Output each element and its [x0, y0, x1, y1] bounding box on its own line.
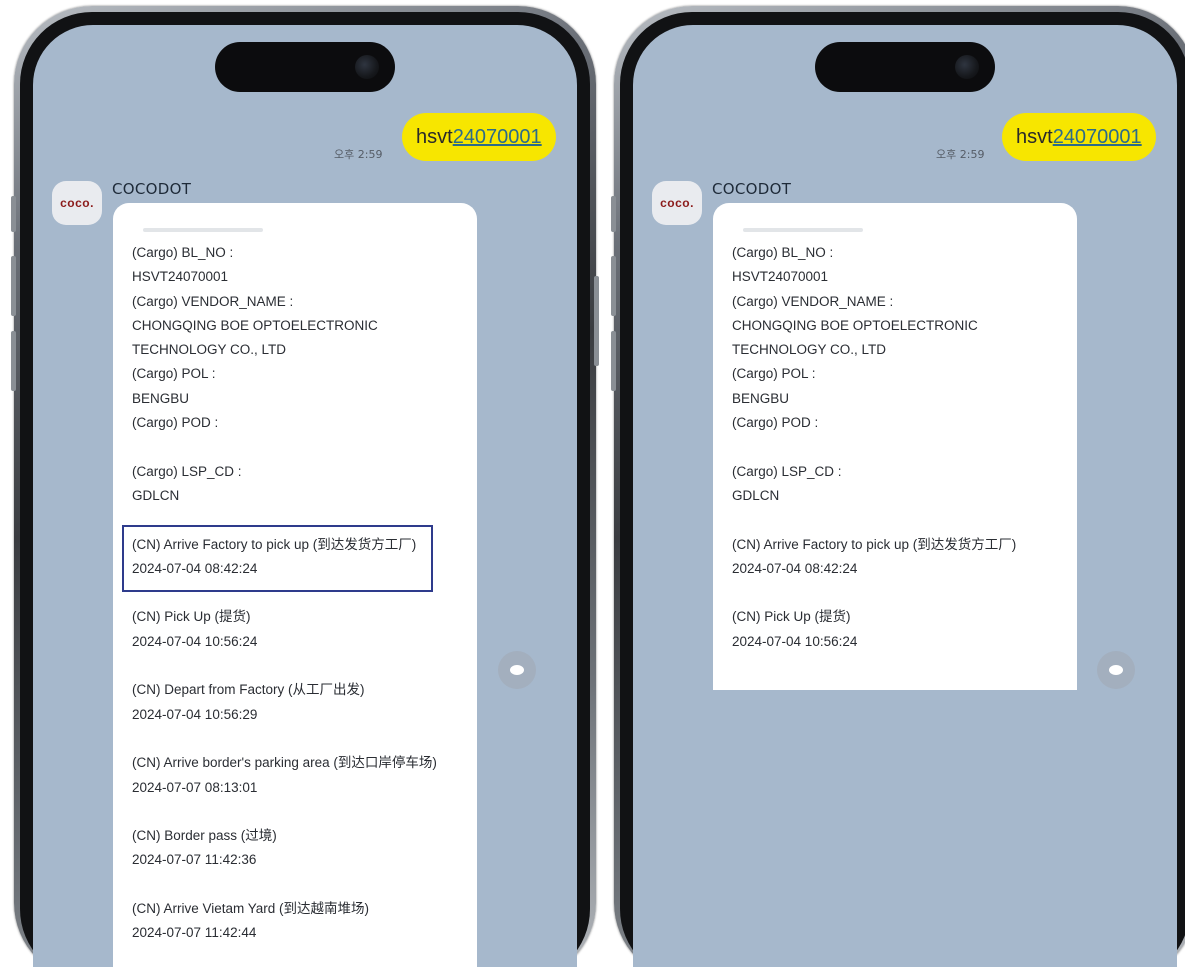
- received-message-bubble[interactable]: (Cargo) BL_NO : HSVT24070001 (Cargo) VEN…: [713, 203, 1077, 690]
- field-value: GDLCN: [732, 487, 780, 503]
- sent-number-link[interactable]: 24070001: [1053, 126, 1142, 148]
- message-timestamp: 오후 2:59: [936, 148, 985, 161]
- phone-frame-left: 오후 2:59 hsvt24070001 coco. COCODOT (Carg…: [11, 6, 599, 967]
- sent-prefix: hsvt: [1016, 126, 1053, 148]
- volume-up-button: [611, 256, 616, 316]
- field-label: (Cargo) LSP_CD :: [132, 463, 242, 479]
- field-label: (Cargo) POL :: [132, 366, 216, 382]
- action-button: [11, 196, 16, 232]
- event-time: 2024-07-07 11:42:36: [132, 852, 257, 868]
- event-time: 2024-07-04 10:56:29: [132, 706, 258, 722]
- sent-number-link[interactable]: 24070001: [453, 126, 542, 148]
- event-time: 2024-07-07 08:13:01: [132, 779, 258, 795]
- avatar-logo: coco.: [660, 196, 694, 210]
- power-button: [594, 276, 599, 366]
- field-label: (Cargo) POD :: [732, 415, 819, 431]
- field-value: HSVT24070001: [132, 269, 229, 285]
- event-name: (CN) Border pass (过境): [132, 828, 277, 844]
- event-time: 2024-07-04 08:42:24: [732, 560, 858, 576]
- field-value: CHONGQING BOE OPTOELECTRONIC: [732, 317, 978, 333]
- avatar[interactable]: coco.: [52, 181, 102, 225]
- field-label: (Cargo) BL_NO :: [132, 245, 234, 260]
- avatar[interactable]: coco.: [652, 181, 702, 225]
- event-name: (CN) Pick Up (提货): [732, 609, 851, 625]
- field-value: TECHNOLOGY CO., LTD: [132, 342, 287, 358]
- event-name: (CN) Arrive Vietam Yard (到达越南堆场): [132, 901, 370, 917]
- event-name: (CN) Arrive border's parking area (到达口岸停…: [132, 755, 437, 771]
- event-arrive-factory: (CN) Arrive Factory to pick up (到达发货方工厂)…: [122, 524, 477, 592]
- field-label: (Cargo) BL_NO :: [732, 245, 834, 260]
- field-value: BENGBU: [732, 390, 790, 406]
- sender-name: COCODOT: [712, 180, 792, 198]
- field-value: TECHNOLOGY CO., LTD: [732, 342, 887, 358]
- phone-frame-right: 오후 2:59 hsvt24070001 coco. COCODOT (Carg…: [611, 6, 1185, 967]
- camera-icon: [955, 55, 979, 79]
- camera-icon: [355, 55, 379, 79]
- volume-up-button: [11, 256, 16, 316]
- field-value: GDLCN: [132, 487, 180, 503]
- event-time: 2024-07-07 11:42:44: [132, 925, 257, 941]
- event-name: (CN) Arrive Factory to pick up (到达发货方工厂): [732, 536, 1017, 552]
- received-message-bubble[interactable]: (Cargo) BL_NO : HSVT24070001 (Cargo) VEN…: [113, 203, 477, 967]
- field-label: (Cargo) POL :: [732, 366, 816, 382]
- sender-name: COCODOT: [112, 180, 192, 198]
- sent-message-bubble[interactable]: hsvt24070001: [402, 113, 556, 161]
- chat-screen[interactable]: 오후 2:59 hsvt24070001 coco. COCODOT (Carg…: [33, 25, 577, 967]
- phone-bezel: 오후 2:59 hsvt24070001 coco. COCODOT (Carg…: [620, 12, 1185, 967]
- highlight-box: [122, 524, 433, 592]
- cut-off-text-line: [143, 228, 263, 232]
- sent-prefix: hsvt: [416, 126, 453, 148]
- avatar-logo: coco.: [60, 196, 94, 210]
- dynamic-island: [815, 42, 995, 92]
- field-label: (Cargo) VENDOR_NAME :: [132, 293, 294, 309]
- event-name: (CN) Depart from Factory (从工厂出发): [132, 682, 365, 698]
- field-label: (Cargo) POD :: [132, 415, 219, 431]
- action-button: [611, 196, 616, 232]
- field-value: CHONGQING BOE OPTOELECTRONIC: [132, 317, 378, 333]
- volume-down-button: [611, 331, 616, 391]
- phone-bezel: 오후 2:59 hsvt24070001 coco. COCODOT (Carg…: [20, 12, 590, 967]
- event-time: 2024-07-04 10:56:24: [132, 633, 258, 649]
- sent-message-bubble[interactable]: hsvt24070001: [1002, 113, 1156, 161]
- speech-bubble-icon[interactable]: [1097, 651, 1135, 689]
- event-name: (CN) Pick Up (提货): [132, 609, 251, 625]
- cut-off-text-line: [743, 228, 863, 232]
- field-value: HSVT24070001: [732, 269, 829, 285]
- field-value: [132, 435, 477, 459]
- field-label: (Cargo) LSP_CD :: [732, 463, 842, 479]
- chat-screen[interactable]: 오후 2:59 hsvt24070001 coco. COCODOT (Carg…: [633, 25, 1177, 967]
- event-time: 2024-07-04 10:56:24: [732, 633, 858, 649]
- field-value: [732, 435, 1077, 459]
- field-value: BENGBU: [132, 390, 190, 406]
- volume-down-button: [11, 331, 16, 391]
- speech-bubble-icon[interactable]: [498, 651, 536, 689]
- dynamic-island: [215, 42, 395, 92]
- message-timestamp: 오후 2:59: [334, 148, 383, 161]
- field-label: (Cargo) VENDOR_NAME :: [732, 293, 894, 309]
